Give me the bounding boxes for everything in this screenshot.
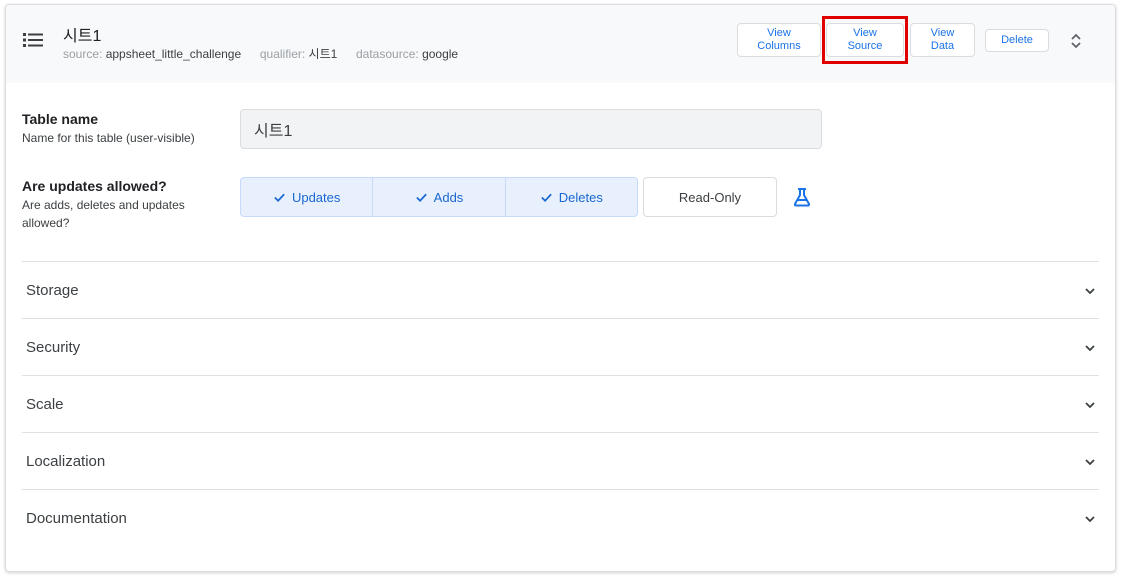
view-source-label-line2: Source [847, 40, 883, 52]
updates-option[interactable]: Updates [241, 178, 374, 216]
view-columns-label-line2: Columns [757, 40, 801, 52]
section-storage[interactable]: Storage [22, 261, 1099, 318]
check-icon [274, 193, 285, 202]
table-header: 시트1 source: appsheet_little_challenge qu… [6, 5, 1115, 83]
view-columns-button[interactable]: View Columns [737, 23, 821, 57]
chevron-down-icon [1085, 516, 1095, 523]
updates-label: Are updates allowed? [22, 178, 167, 194]
chevron-down-icon [1085, 402, 1095, 409]
chevron-down-icon [1085, 345, 1095, 352]
adds-option-label: Adds [433, 189, 464, 205]
source-label: source: [63, 47, 103, 61]
datasource-label: datasource: [356, 47, 419, 61]
updates-option-label: Updates [291, 189, 341, 205]
section-title: Localization [26, 453, 106, 470]
view-data-label-line1: View [930, 27, 955, 39]
view-columns-label-line1: View [767, 27, 791, 39]
chevron-down-icon [1085, 288, 1095, 295]
section-scale[interactable]: Scale [22, 375, 1099, 432]
table-card: 시트1 source: appsheet_little_challenge qu… [5, 4, 1116, 572]
table-title: 시트1 [63, 28, 102, 45]
qualifier-label: qualifier: [259, 47, 306, 61]
datasource-value: google [422, 47, 459, 61]
section-documentation[interactable]: Documentation [22, 489, 1099, 546]
table-name-input[interactable] [240, 109, 822, 149]
section-title: Storage [26, 282, 79, 299]
expand-collapse-icon[interactable] [1069, 33, 1083, 49]
updates-description: Are adds, deletes and updates allowed? [22, 198, 185, 230]
table-name-label: Table name [22, 111, 98, 127]
check-icon [415, 193, 427, 202]
view-source-button[interactable]: View Source [826, 23, 904, 57]
adds-option[interactable]: Adds [373, 178, 506, 216]
read-only-button[interactable]: Read-Only [643, 177, 777, 217]
view-data-button[interactable]: View Data [910, 23, 975, 57]
flask-icon[interactable] [792, 187, 812, 207]
delete-button[interactable]: Delete [985, 29, 1049, 52]
section-title: Scale [26, 396, 64, 413]
view-data-label-line2: Data [930, 40, 955, 52]
deletes-option-label: Deletes [558, 189, 603, 205]
section-title: Security [26, 339, 81, 356]
section-security[interactable]: Security [22, 318, 1099, 375]
deletes-option[interactable]: Deletes [506, 178, 637, 216]
section-localization[interactable]: Localization [22, 432, 1099, 489]
list-icon [23, 33, 43, 47]
section-title: Documentation [26, 510, 127, 527]
source-value: appsheet_little_challenge [105, 47, 242, 61]
chevron-down-icon [1085, 459, 1095, 466]
qualifier-value: 시트1 [308, 47, 338, 61]
updates-segmented-control: Updates Adds Deletes [240, 177, 638, 217]
table-name-description: Name for this table (user-visible) [22, 131, 195, 145]
table-meta: source: appsheet_little_challenge qualif… [63, 45, 458, 62]
view-source-label-line1: View [853, 27, 877, 39]
check-icon [541, 193, 552, 202]
